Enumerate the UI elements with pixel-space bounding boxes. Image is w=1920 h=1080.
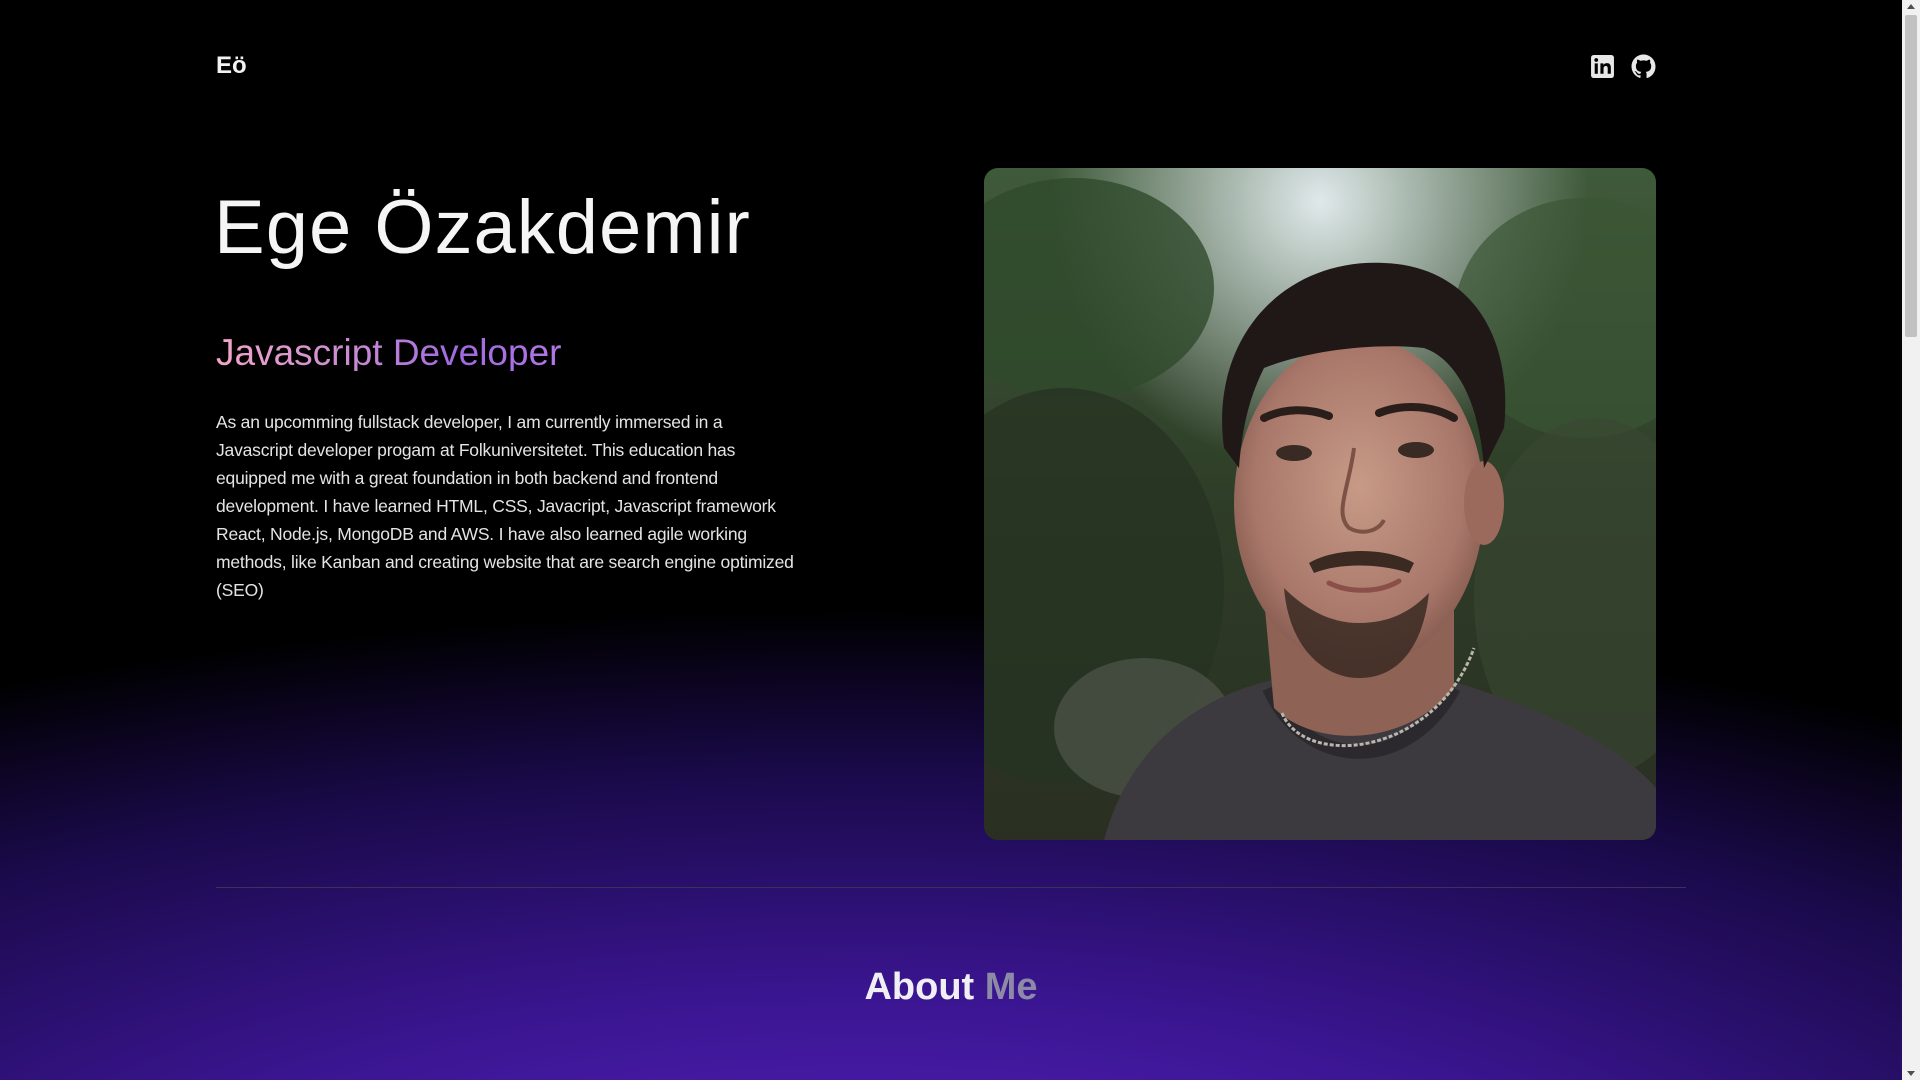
scroll-up-arrow-icon[interactable]: [1907, 4, 1915, 9]
social-links: [1590, 54, 1656, 79]
about-heading-part1: About: [864, 966, 975, 1008]
linkedin-icon[interactable]: [1590, 54, 1615, 79]
profile-photo: [984, 168, 1656, 840]
github-icon[interactable]: [1631, 54, 1656, 79]
about-heading-part2: Me: [984, 966, 1038, 1008]
scroll-down-arrow-icon[interactable]: [1907, 1071, 1915, 1076]
hero-bio: As an upcomming fullstack developer, I a…: [216, 412, 794, 600]
hero-role: Javascript Developer: [216, 332, 562, 373]
section-divider: [216, 887, 1686, 888]
about-heading: About Me: [0, 968, 1902, 1006]
vertical-scrollbar[interactable]: [1902, 0, 1920, 1080]
site-logo[interactable]: Eö: [216, 52, 247, 80]
hero-name: Ege Özakdemir: [214, 185, 751, 270]
scrollbar-thumb[interactable]: [1905, 15, 1917, 337]
page: Eö Ege Özakdemir Javascript Developer As…: [0, 0, 1902, 1080]
